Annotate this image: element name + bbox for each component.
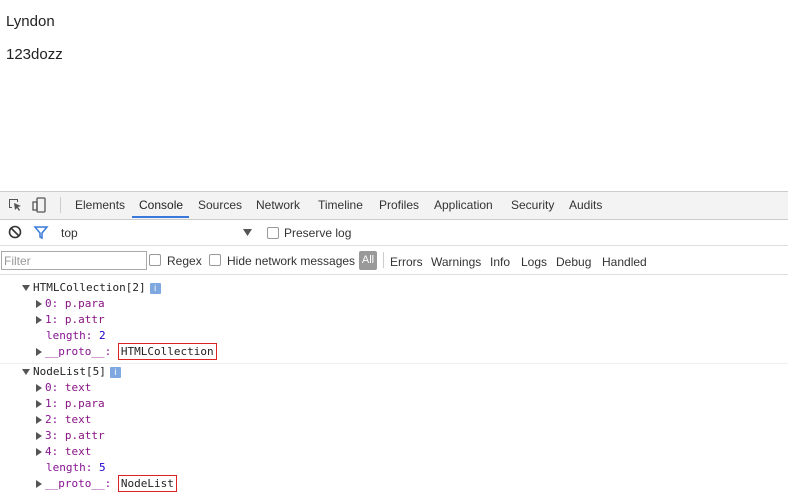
- collapse-triangle-icon[interactable]: [36, 400, 42, 408]
- info-icon[interactable]: i: [109, 366, 121, 378]
- tab-profiles[interactable]: Profiles: [379, 198, 419, 212]
- property-key: 2: [45, 413, 52, 426]
- console-row[interactable]: 1: p.attr: [36, 313, 105, 327]
- device-toolbar-icon[interactable]: [32, 197, 48, 213]
- group-header-label: HTMLCollection[2]: [33, 281, 146, 294]
- filter-input[interactable]: [1, 251, 147, 270]
- property-value: text: [64, 413, 92, 426]
- level-info[interactable]: Info: [490, 255, 510, 269]
- regex-checkbox[interactable]: [149, 254, 161, 266]
- context-select-value[interactable]: top: [61, 226, 78, 240]
- level-logs[interactable]: Logs: [521, 255, 547, 269]
- tab-elements[interactable]: Elements: [75, 198, 125, 212]
- chevron-down-icon[interactable]: [243, 229, 252, 236]
- devtools-tabbar: Elements Console Sources Network Timelin…: [0, 192, 788, 220]
- tab-sources[interactable]: Sources: [198, 198, 242, 212]
- group-header-label: NodeList[5]: [33, 365, 106, 378]
- collapse-triangle-icon[interactable]: [36, 300, 42, 308]
- proto-value-highlighted: HTMLCollection: [117, 343, 217, 360]
- group-separator: [0, 363, 788, 364]
- preserve-log-checkbox[interactable]: [267, 227, 279, 239]
- devtools-panel: Elements Console Sources Network Timelin…: [0, 191, 788, 502]
- property-value: p.attr: [64, 429, 105, 442]
- level-handled[interactable]: Handled: [602, 255, 647, 269]
- property-key: 0: [45, 381, 52, 394]
- console-filter-bar: Regex Hide network messages All Errors W…: [0, 246, 788, 275]
- console-row[interactable]: 1: p.para: [36, 397, 105, 411]
- filter-funnel-icon[interactable]: [33, 224, 49, 240]
- console-row[interactable]: 4: text: [36, 445, 91, 459]
- property-value: text: [64, 445, 92, 458]
- console-row: length: 2: [46, 329, 106, 342]
- hide-network-label: Hide network messages: [227, 254, 356, 268]
- tab-application[interactable]: Application: [434, 198, 493, 212]
- hide-network-checkbox[interactable]: [209, 254, 221, 266]
- page-text-lyndon: Lyndon: [6, 13, 55, 30]
- tab-console[interactable]: Console: [139, 198, 183, 212]
- console-row[interactable]: 0: p.para: [36, 297, 105, 311]
- proto-key: __proto__: [45, 477, 105, 490]
- console-row[interactable]: 2: text: [36, 413, 91, 427]
- property-key: 4: [45, 445, 52, 458]
- tab-network[interactable]: Network: [256, 198, 300, 212]
- tab-security[interactable]: Security: [511, 198, 554, 212]
- collapse-triangle-icon[interactable]: [36, 348, 42, 356]
- property-value: text: [64, 381, 92, 394]
- property-value: p.para: [64, 397, 105, 410]
- proto-key: __proto__: [45, 345, 105, 358]
- filter-separator: [383, 252, 384, 268]
- property-value: p.para: [64, 297, 105, 310]
- property-value: p.attr: [64, 313, 105, 326]
- level-debug[interactable]: Debug: [556, 255, 591, 269]
- collapse-triangle-icon[interactable]: [36, 384, 42, 392]
- preserve-log-label: Preserve log: [284, 226, 352, 240]
- console-row[interactable]: 0: text: [36, 381, 91, 395]
- property-key: 0: [45, 297, 52, 310]
- collapse-triangle-icon[interactable]: [36, 316, 42, 324]
- expand-triangle-icon[interactable]: [22, 285, 30, 291]
- inspect-element-icon[interactable]: [7, 197, 23, 213]
- collapse-triangle-icon[interactable]: [36, 448, 42, 456]
- regex-label: Regex: [167, 254, 202, 268]
- property-key: length: [46, 329, 86, 342]
- property-key: 3: [45, 429, 52, 442]
- level-all-button[interactable]: All: [359, 251, 377, 270]
- collapse-triangle-icon[interactable]: [36, 480, 42, 488]
- proto-value-highlighted: NodeList: [117, 475, 177, 492]
- clear-console-icon[interactable]: [7, 224, 23, 240]
- tab-timeline[interactable]: Timeline: [318, 198, 363, 212]
- page-text-123dozz: 123dozz: [6, 46, 63, 63]
- property-key: 1: [45, 313, 52, 326]
- group-header-nodelist[interactable]: NodeList[5] i: [22, 365, 121, 379]
- group-header-htmlcollection[interactable]: HTMLCollection[2] i: [22, 281, 161, 295]
- expand-triangle-icon[interactable]: [22, 369, 30, 375]
- level-warnings[interactable]: Warnings: [431, 255, 481, 269]
- tabbar-separator: [60, 197, 61, 213]
- tab-audits[interactable]: Audits: [569, 198, 602, 212]
- console-row[interactable]: __proto__: NodeList: [36, 475, 177, 492]
- console-row: length: 5: [46, 461, 106, 474]
- property-key: length: [46, 461, 86, 474]
- console-row[interactable]: __proto__: HTMLCollection: [36, 343, 217, 360]
- console-row[interactable]: 3: p.attr: [36, 429, 105, 443]
- property-value: 5: [99, 461, 106, 474]
- active-tab-indicator: [132, 216, 189, 218]
- console-output: HTMLCollection[2] i 0: p.para 1: p.attr l…: [0, 275, 788, 502]
- level-errors[interactable]: Errors: [390, 255, 423, 269]
- info-icon[interactable]: i: [149, 282, 161, 294]
- collapse-triangle-icon[interactable]: [36, 416, 42, 424]
- property-key: 1: [45, 397, 52, 410]
- collapse-triangle-icon[interactable]: [36, 432, 42, 440]
- console-context-bar: top Preserve log: [0, 220, 788, 246]
- property-value: 2: [99, 329, 106, 342]
